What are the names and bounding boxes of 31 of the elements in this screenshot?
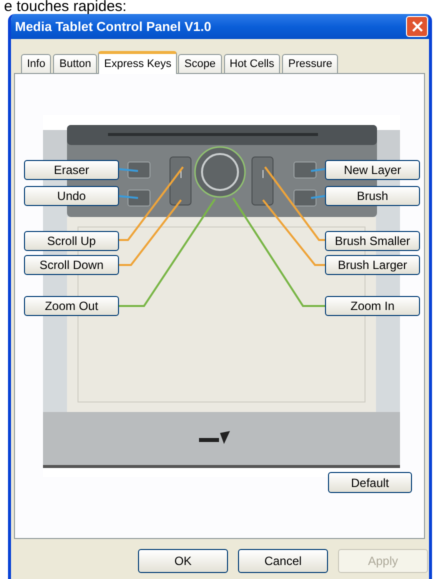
dialog-button[interactable]: Cancel: [238, 549, 328, 573]
tab[interactable]: Info: [21, 54, 52, 73]
hardware-key-icon: [294, 190, 316, 206]
express-key-button[interactable]: Brush Smaller: [325, 231, 420, 251]
express-key-button[interactable]: Eraser: [24, 160, 119, 180]
window-title: Media Tablet Control Panel V1.0: [15, 18, 212, 36]
close-icon: [412, 21, 422, 32]
close-button[interactable]: [406, 16, 428, 37]
tab[interactable]: Scope: [178, 54, 222, 73]
rocker-switch-icon: [170, 156, 192, 206]
express-key-button[interactable]: Scroll Up: [24, 231, 119, 251]
express-key-button[interactable]: Zoom Out: [24, 296, 119, 316]
hardware-key-icon: [128, 162, 150, 178]
express-key-button[interactable]: Brush Larger: [325, 255, 420, 275]
express-key-button[interactable]: Zoom In: [325, 296, 420, 316]
hardware-key-icon: [128, 190, 150, 206]
express-key-button[interactable]: Undo: [24, 186, 119, 206]
tab[interactable]: Button: [53, 54, 98, 73]
logo-icon: [199, 431, 230, 444]
dial-icon: [194, 146, 246, 198]
tab[interactable]: Pressure: [282, 54, 338, 73]
tab[interactable]: Hot Cells: [224, 54, 280, 73]
hardware-key-icon: [294, 162, 316, 178]
express-key-button[interactable]: New Layer: [325, 160, 420, 180]
rocker-switch-icon: [252, 156, 274, 206]
tab[interactable]: Express Keys: [98, 51, 178, 74]
dialog-button[interactable]: OK: [138, 549, 228, 573]
express-key-button[interactable]: Brush: [325, 186, 420, 206]
express-key-button[interactable]: Scroll Down: [24, 255, 119, 275]
caption-text: e touches rapides:: [3, 0, 128, 14]
default-button[interactable]: Default: [328, 472, 412, 493]
